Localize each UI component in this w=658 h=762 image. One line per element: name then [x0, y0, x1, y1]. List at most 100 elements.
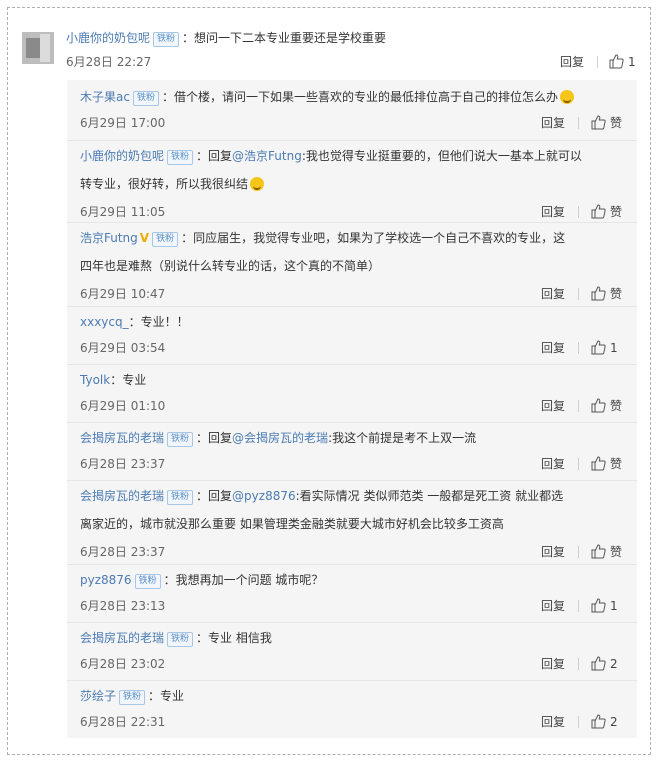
- reply-username[interactable]: pyz8876: [80, 573, 132, 587]
- emoji-icon: [559, 90, 574, 104]
- reply-divider: [67, 422, 637, 423]
- reply-button[interactable]: 回复: [541, 598, 565, 614]
- reply-text-line: 木子果ac 铁粉 ：借个楼，请问一下如果一些喜欢的专业的最低排位高于自己的排位怎么办: [80, 89, 574, 106]
- thumbs-up-icon[interactable]: [590, 285, 606, 301]
- main-comment-time: 6月28日 22:27: [66, 55, 152, 69]
- reply-username[interactable]: Tyolk: [80, 373, 110, 387]
- reply-text: ：专业: [148, 689, 185, 703]
- reply-time: 6月28日 23:13: [80, 599, 166, 613]
- main-comment-username[interactable]: 小鹿你的奶包呢: [66, 31, 150, 45]
- like-count[interactable]: 1: [610, 340, 618, 356]
- thumbs-up-icon[interactable]: [608, 53, 624, 69]
- separator: [597, 56, 598, 68]
- thumbs-up-icon[interactable]: [590, 543, 606, 559]
- reply-text-line: 会揭房瓦的老瑞 铁粉 ：专业 相信我: [80, 630, 272, 647]
- reply-text-line: Tyolk：专业: [80, 372, 146, 388]
- fan-badge: 铁粉: [132, 91, 159, 106]
- reply-time: 6月29日 11:05: [80, 205, 166, 219]
- reply-text: ：借个楼，请问一下如果一些喜欢的专业的最低排位高于自己的排位怎么办: [161, 90, 558, 104]
- fan-badge: 铁粉: [152, 232, 179, 247]
- reply-text-line-2: 转专业，很好转，所以我很纠结: [80, 176, 265, 192]
- separator: [578, 458, 579, 470]
- reply-text-continued: 四年也是难熬（别说什么转专业的话，这个真的不简单）: [80, 259, 381, 273]
- avatar[interactable]: [22, 32, 54, 64]
- separator: [578, 117, 579, 129]
- reply-divider: [67, 306, 637, 307]
- reply-time: 6月28日 23:02: [80, 657, 166, 671]
- reply-text: ：专业: [110, 373, 147, 387]
- reply-text-line: xxxycq_：专业！！: [80, 314, 189, 330]
- reply-username[interactable]: 浩京Futng: [80, 231, 138, 245]
- reply-text-line: 会揭房瓦的老瑞 铁粉 ：回复@会揭房瓦的老瑞:我这个前提是考不上双一流: [80, 430, 476, 447]
- separator: [578, 546, 579, 558]
- fan-badge: 铁粉: [134, 574, 161, 589]
- like-count[interactable]: 赞: [610, 456, 622, 472]
- reply-username[interactable]: 莎绘子: [80, 689, 116, 703]
- reply-button[interactable]: 回复: [541, 115, 565, 131]
- main-reply-button[interactable]: 回复: [560, 54, 584, 70]
- reply-button[interactable]: 回复: [541, 204, 565, 220]
- like-count[interactable]: 赞: [610, 398, 622, 414]
- reply-text: ：同应届生，我觉得专业吧，如果为了学校选一个自己不喜欢的专业，这: [181, 231, 566, 245]
- thumbs-up-icon[interactable]: [590, 397, 606, 413]
- reply-prefix: ：回复: [196, 431, 233, 445]
- reply-time: 6月28日 22:31: [80, 715, 166, 729]
- fan-badge: 铁粉: [167, 150, 194, 165]
- fan-badge: 铁粉: [167, 632, 194, 647]
- reply-button[interactable]: 回复: [541, 544, 565, 560]
- reply-text: :我这个前提是考不上双一流: [328, 431, 477, 445]
- mention-link[interactable]: @会揭房瓦的老瑞: [232, 431, 328, 445]
- reply-prefix: ：回复: [196, 489, 233, 503]
- thumbs-up-icon[interactable]: [590, 713, 606, 729]
- like-count[interactable]: 赞: [610, 544, 622, 560]
- reply-username[interactable]: 木子果ac: [80, 90, 130, 104]
- reply-divider: [67, 480, 637, 481]
- like-count[interactable]: 2: [610, 714, 618, 730]
- like-count[interactable]: 2: [610, 656, 618, 672]
- thumbs-up-icon[interactable]: [590, 114, 606, 130]
- like-count[interactable]: 赞: [610, 204, 622, 220]
- thumbs-up-icon[interactable]: [590, 455, 606, 471]
- fan-badge: 铁粉: [167, 490, 194, 505]
- reply-divider: [67, 564, 637, 565]
- fan-badge: 铁粉: [119, 690, 146, 705]
- like-count[interactable]: 1: [610, 598, 618, 614]
- reply-divider: [67, 680, 637, 681]
- mention-link[interactable]: @pyz8876: [232, 489, 296, 503]
- reply-time: 6月29日 10:47: [80, 287, 166, 301]
- reply-button[interactable]: 回复: [541, 656, 565, 672]
- reply-button[interactable]: 回复: [541, 456, 565, 472]
- reply-text: ：专业 相信我: [196, 631, 272, 645]
- thumbs-up-icon[interactable]: [590, 203, 606, 219]
- like-count[interactable]: 赞: [610, 286, 622, 302]
- main-like-count: 1: [628, 55, 636, 69]
- reply-divider: [67, 140, 637, 141]
- separator: [578, 658, 579, 670]
- reply-time: 6月29日 01:10: [80, 399, 166, 413]
- reply-text-line: 浩京Futng V 铁粉 ：同应届生，我觉得专业吧，如果为了学校选一个自己不喜欢的专业…: [80, 230, 565, 247]
- reply-text: ：专业！！: [128, 315, 189, 329]
- reply-username[interactable]: 小鹿你的奶包呢: [80, 149, 164, 163]
- reply-username[interactable]: 会揭房瓦的老瑞: [80, 431, 164, 445]
- reply-prefix: ：回复: [196, 149, 233, 163]
- emoji-icon: [250, 177, 265, 191]
- thumbs-up-icon[interactable]: [590, 597, 606, 613]
- thumbs-up-icon[interactable]: [590, 339, 606, 355]
- like-count[interactable]: 赞: [610, 115, 622, 131]
- reply-username[interactable]: xxxycq_: [80, 315, 129, 329]
- reply-text: :我也觉得专业挺重要的，但他们说大一基本上就可以: [301, 149, 582, 163]
- reply-button[interactable]: 回复: [541, 398, 565, 414]
- mention-link[interactable]: @浩京Futng: [232, 149, 302, 163]
- reply-divider: [67, 364, 637, 365]
- separator: [578, 716, 579, 728]
- reply-username[interactable]: 会揭房瓦的老瑞: [80, 631, 164, 645]
- verified-v-icon: V: [139, 231, 150, 245]
- reply-button[interactable]: 回复: [541, 340, 565, 356]
- separator: [578, 400, 579, 412]
- reply-button[interactable]: 回复: [541, 286, 565, 302]
- thumbs-up-icon[interactable]: [590, 655, 606, 671]
- fan-badge: 铁粉: [167, 432, 194, 447]
- reply-username[interactable]: 会揭房瓦的老瑞: [80, 489, 164, 503]
- reply-button[interactable]: 回复: [541, 714, 565, 730]
- reply-divider: [67, 622, 637, 623]
